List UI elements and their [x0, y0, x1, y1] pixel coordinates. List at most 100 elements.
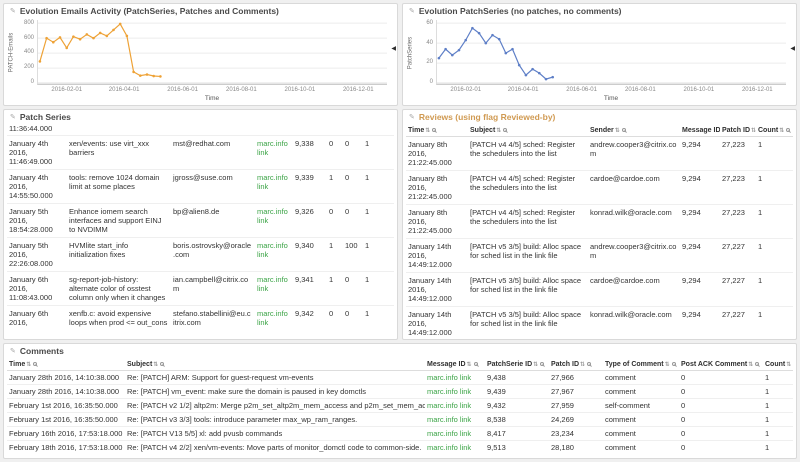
sort-icon[interactable]: ⇅ [580, 362, 585, 368]
filter-icon[interactable] [432, 128, 436, 132]
comments-table-container[interactable]: Time⇅ Subject⇅ Message ID⇅ PatchSerie ID… [4, 359, 796, 458]
column-header-patch-id[interactable]: Patch ID⇅ [720, 125, 756, 137]
patch-series-table: January 4th 2016,11:46:49.000 xen/events… [7, 135, 394, 330]
numeric-cell: 100 [343, 237, 363, 271]
marc-info-link[interactable]: marc.info link [427, 387, 471, 396]
marc-info-link[interactable]: marc.info link [257, 173, 288, 191]
marc-info-link[interactable]: marc.info link [257, 241, 288, 259]
filter-icon[interactable] [786, 128, 790, 132]
reviews-table-container[interactable]: Time⇅ Subject⇅ Sender⇅ Message ID⇅ Patch… [403, 125, 796, 339]
row-time: 11:08:43.000 [9, 293, 52, 302]
marc-info-link[interactable]: marc.info link [427, 429, 471, 438]
row-time: 14:49:12.000 [408, 294, 452, 303]
filter-icon[interactable] [672, 362, 676, 366]
sender-cell: bp@alien8.de [171, 203, 255, 237]
marc-info-link[interactable]: marc.info link [257, 275, 288, 293]
x-tick: 2016-04-01 [109, 87, 140, 93]
column-header-post-ack-comment[interactable]: Post ACK Comment⇅ [679, 359, 763, 371]
sort-icon[interactable]: ⇅ [467, 362, 472, 368]
column-header-type-of-comment[interactable]: Type of Comment⇅ [603, 359, 679, 371]
emails-line-chart[interactable] [37, 20, 387, 85]
sort-icon[interactable]: ⇅ [425, 128, 430, 134]
subject-cell: Enhance iomem search interfaces and supp… [67, 203, 171, 237]
row-date: January 8th 2016, [408, 208, 447, 226]
y-tick: 200 [24, 64, 34, 70]
collapse-panel-icon[interactable]: ◀ [391, 46, 396, 52]
count-cell: 1 [363, 135, 394, 169]
sort-icon[interactable]: ⇅ [665, 362, 670, 368]
message-id-cell: 9,340 [293, 237, 327, 271]
edit-icon: ✎ [10, 8, 16, 15]
column-header-sender[interactable]: Sender⇅ [588, 125, 680, 137]
sort-icon[interactable]: ⇅ [751, 128, 756, 134]
row-date: January 14th 2016, [408, 310, 451, 328]
column-label: Post ACK Comment [681, 361, 747, 368]
time-cell: January 14th 2016,14:49:12.000 [406, 239, 468, 273]
filter-icon[interactable] [540, 362, 544, 366]
sort-icon[interactable]: ⇅ [496, 128, 501, 134]
numeric-cell: 0 [343, 135, 363, 169]
marc-info-link[interactable]: marc.info link [427, 373, 471, 382]
panel-header[interactable]: ✎ Evolution Emails Activity (PatchSeries… [4, 4, 397, 19]
column-header-time[interactable]: Time⇅ [7, 359, 125, 371]
patch-id-cell: 27,227 [720, 273, 756, 307]
subject-cell: [PATCH v5 3/5] build: Alloc space for sc… [468, 239, 588, 273]
patchseries-line-chart[interactable] [436, 20, 786, 85]
marc-info-link[interactable]: marc.info link [427, 443, 471, 452]
marc-info-link[interactable]: marc.info link [427, 401, 471, 410]
filter-icon[interactable] [160, 362, 164, 366]
sort-icon[interactable]: ⇅ [26, 362, 31, 368]
marc-info-link[interactable]: marc.info link [427, 415, 471, 424]
panel-reviews: ✎ Reviews (using flag Reviewed-by) Time⇅… [402, 109, 797, 340]
column-header-subject[interactable]: Subject⇅ [125, 359, 425, 371]
sort-icon[interactable]: ⇅ [615, 128, 620, 134]
subject-cell: xenfb.c: avoid expensive loops when prod… [67, 305, 171, 330]
panel-header[interactable]: ✎ Evolution PatchSeries (no patches, no … [403, 4, 796, 19]
sort-icon[interactable]: ⇅ [786, 362, 791, 368]
filter-icon[interactable] [587, 362, 591, 366]
marc-info-link[interactable]: marc.info link [257, 309, 288, 327]
column-header-patch-id[interactable]: Patch ID⇅ [549, 359, 603, 371]
filter-icon[interactable] [622, 128, 626, 132]
post-ack-cell: 0 [679, 399, 763, 413]
column-header-message-id[interactable]: Message ID⇅ [680, 125, 720, 137]
row-date: January 4th 2016, [9, 173, 48, 191]
sender-cell: boris.ostrovsky@oracle.com [171, 237, 255, 271]
panel-header[interactable]: ✎ Reviews (using flag Reviewed-by) [403, 110, 796, 125]
column-header-patchserie-id[interactable]: PatchSerie ID⇅ [485, 359, 549, 371]
subject-cell: sg-report-job-history: alternate color o… [67, 271, 171, 305]
patchseries-line-chart-svg [437, 20, 786, 84]
table-header-row: Time⇅ Subject⇅ Sender⇅ Message ID⇅ Patch… [406, 125, 793, 137]
y-tick: 60 [426, 20, 433, 26]
filter-icon[interactable] [755, 362, 759, 366]
patch-id-cell: 27,223 [720, 171, 756, 205]
panel-header[interactable]: ✎ Comments [4, 344, 796, 359]
filter-icon[interactable] [474, 362, 478, 366]
panel-header[interactable]: ✎ Patch Series [4, 110, 397, 125]
sender-cell: mst@redhat.com [171, 135, 255, 169]
patch-series-table-container[interactable]: 11:36:44.000 January 4th 2016,11:46:49.0… [4, 125, 397, 339]
table-row: January 5th 2016,22:26:08.000 HVMlite st… [7, 237, 394, 271]
subject-cell: Re: [PATCH] vm_event: make sure the doma… [125, 385, 425, 399]
sort-icon[interactable]: ⇅ [779, 128, 784, 134]
collapse-panel-icon[interactable]: ◀ [790, 46, 795, 52]
sort-icon[interactable]: ⇅ [533, 362, 538, 368]
sort-icon[interactable]: ⇅ [153, 362, 158, 368]
column-header-count[interactable]: Count⇅ [756, 125, 793, 137]
column-header-count[interactable]: Count⇅ [763, 359, 793, 371]
filter-icon[interactable] [503, 128, 507, 132]
table-row: January 6th 2016,11:08:43.000 sg-report-… [7, 271, 394, 305]
x-axis-label: Time [37, 95, 387, 104]
message-id-cell: 9,294 [680, 239, 720, 273]
post-ack-cell: 0 [679, 427, 763, 441]
sort-icon[interactable]: ⇅ [748, 362, 753, 368]
marc-info-link[interactable]: marc.info link [257, 207, 288, 225]
marc-info-link[interactable]: marc.info link [257, 139, 288, 157]
column-header-time[interactable]: Time⇅ [406, 125, 468, 137]
message-id-cell: 9,326 [293, 203, 327, 237]
time-cell: January 4th 2016,14:55:50.000 [7, 169, 67, 203]
column-header-message-id[interactable]: Message ID⇅ [425, 359, 485, 371]
count-cell: 1 [756, 307, 793, 339]
column-header-subject[interactable]: Subject⇅ [468, 125, 588, 137]
filter-icon[interactable] [33, 362, 37, 366]
